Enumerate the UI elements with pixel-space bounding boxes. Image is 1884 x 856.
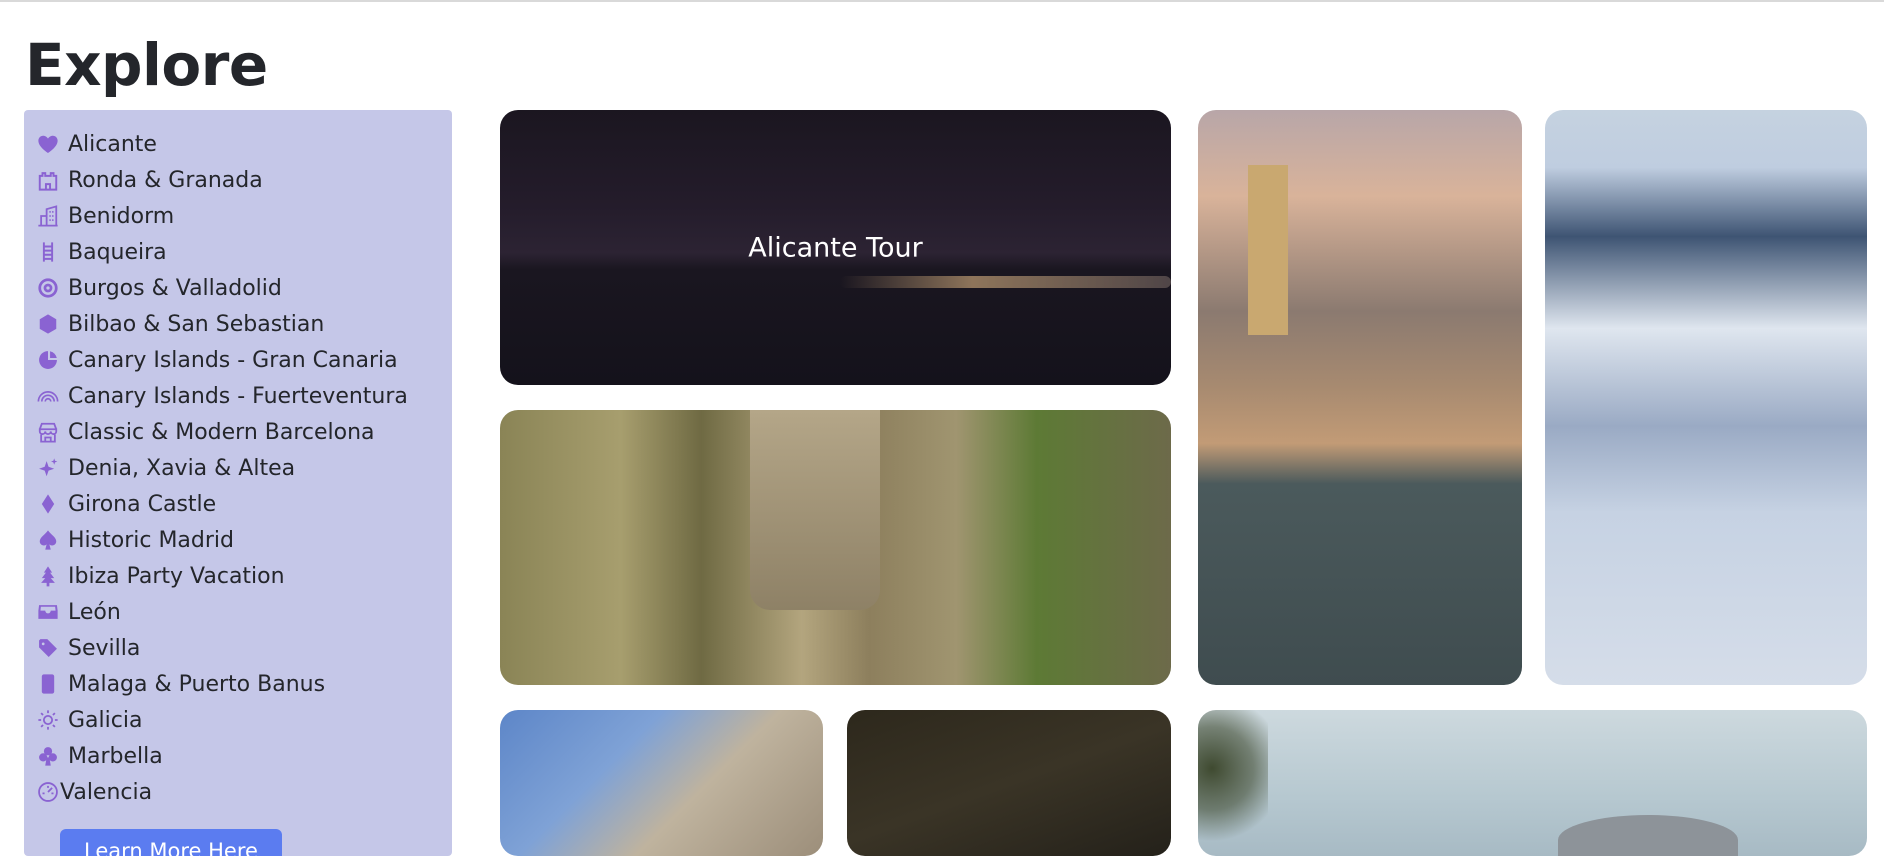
sidebar-item-label: Bilbao & San Sebastian (68, 311, 325, 337)
sidebar-item-sevilla[interactable]: Sevilla (24, 630, 452, 666)
city-lights-decoration (840, 276, 1171, 288)
destinations-sidebar: Alicante Ronda & Granada Benidorm Baquei… (24, 110, 452, 856)
top-divider (0, 0, 1884, 2)
sidebar-item-historic-madrid[interactable]: Historic Madrid (24, 522, 452, 558)
diamond-icon (36, 492, 60, 516)
sidebar-item-label: Historic Madrid (68, 527, 234, 553)
inbox-icon (36, 600, 60, 624)
sidebar-item-label: León (68, 599, 121, 625)
sidebar-item-barcelona[interactable]: Classic & Modern Barcelona (24, 414, 452, 450)
foliage-shape (1198, 710, 1268, 856)
sidebar-item-label: Valencia (60, 779, 153, 805)
rock-shape (1558, 815, 1738, 856)
sidebar-item-label: Denia, Xavia & Altea (68, 455, 296, 481)
sun-icon (36, 708, 60, 732)
sidebar-item-malaga[interactable]: Malaga & Puerto Banus (24, 666, 452, 702)
tile-label: Alicante Tour (748, 232, 923, 263)
spade-icon (36, 528, 60, 552)
sidebar-item-label: Alicante (68, 131, 157, 157)
tile-sea-photo[interactable] (1198, 710, 1867, 856)
tree-icon (36, 564, 60, 588)
sidebar-item-alicante[interactable]: Alicante (24, 126, 452, 162)
sidebar-item-label: Canary Islands - Fuerteventura (68, 383, 408, 409)
phone-icon (36, 672, 60, 696)
rainbow-icon (36, 384, 60, 408)
speedometer-icon (36, 780, 60, 804)
tile-ronda-photo[interactable] (500, 410, 1171, 685)
tile-benidorm-photo[interactable] (1198, 110, 1522, 685)
sidebar-item-burgos-valladolid[interactable]: Burgos & Valladolid (24, 270, 452, 306)
sidebar-item-leon[interactable]: León (24, 594, 452, 630)
pie-chart-icon (36, 348, 60, 372)
sidebar-item-label: Ibiza Party Vacation (68, 563, 285, 589)
sidebar-item-label: Galicia (68, 707, 143, 733)
tag-icon (36, 636, 60, 660)
sidebar-item-label: Sevilla (68, 635, 141, 661)
castle-icon (36, 168, 60, 192)
club-icon (36, 744, 60, 768)
destination-list: Alicante Ronda & Granada Benidorm Baquei… (24, 126, 452, 810)
tile-dark-photo[interactable] (847, 710, 1171, 856)
page-title: Explore (25, 31, 268, 99)
buildings-icon (36, 204, 60, 228)
sidebar-item-fuerteventura[interactable]: Canary Islands - Fuerteventura (24, 378, 452, 414)
sidebar-item-ronda-granada[interactable]: Ronda & Granada (24, 162, 452, 198)
tile-baqueira-photo[interactable] (1545, 110, 1867, 685)
sidebar-item-galicia[interactable]: Galicia (24, 702, 452, 738)
tower-shape (1248, 165, 1288, 335)
tile-burgos-photo[interactable] (500, 710, 823, 856)
shop-icon (36, 420, 60, 444)
learn-more-button[interactable]: Learn More Here (60, 829, 282, 856)
sidebar-item-label: Classic & Modern Barcelona (68, 419, 375, 445)
bridge-shape (750, 410, 880, 610)
hexagon-icon (36, 312, 60, 336)
sidebar-item-denia-xavia-altea[interactable]: Denia, Xavia & Altea (24, 450, 452, 486)
sidebar-item-valencia[interactable]: Valencia (24, 774, 452, 810)
sidebar-item-benidorm[interactable]: Benidorm (24, 198, 452, 234)
sidebar-item-baqueira[interactable]: Baqueira (24, 234, 452, 270)
tile-alicante-tour[interactable]: Alicante Tour (500, 110, 1171, 385)
sidebar-item-girona-castle[interactable]: Girona Castle (24, 486, 452, 522)
sidebar-item-label: Benidorm (68, 203, 175, 229)
sidebar-item-marbella[interactable]: Marbella (24, 738, 452, 774)
sidebar-item-label: Canary Islands - Gran Canaria (68, 347, 398, 373)
sidebar-item-ibiza[interactable]: Ibiza Party Vacation (24, 558, 452, 594)
sidebar-item-gran-canaria[interactable]: Canary Islands - Gran Canaria (24, 342, 452, 378)
sidebar-item-label: Girona Castle (68, 491, 217, 517)
sidebar-item-label: Burgos & Valladolid (68, 275, 282, 301)
heart-icon (36, 132, 60, 156)
sidebar-item-label: Ronda & Granada (68, 167, 263, 193)
life-ring-icon (36, 276, 60, 300)
sidebar-item-label: Malaga & Puerto Banus (68, 671, 326, 697)
sidebar-item-bilbao-san-sebastian[interactable]: Bilbao & San Sebastian (24, 306, 452, 342)
stars-icon (36, 456, 60, 480)
sidebar-item-label: Baqueira (68, 239, 167, 265)
sidebar-item-label: Marbella (68, 743, 163, 769)
ladder-icon (36, 240, 60, 264)
